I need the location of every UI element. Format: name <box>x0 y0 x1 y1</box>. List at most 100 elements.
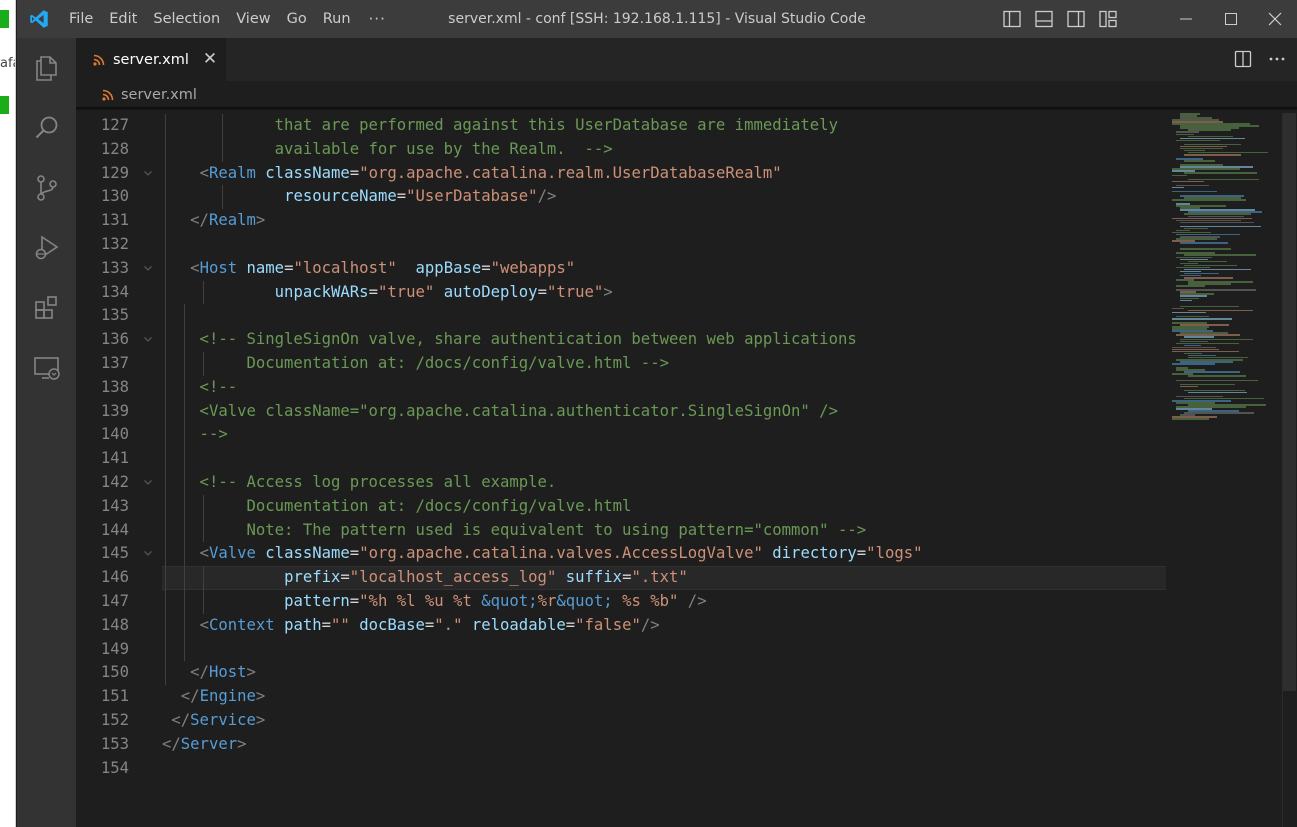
menu-selection[interactable]: Selection <box>145 0 228 38</box>
code-line[interactable]: 131 </Realm> <box>76 209 1166 233</box>
code-line[interactable]: 148 <Context path="" docBase="." reloada… <box>76 613 1166 638</box>
code-token: > <box>603 282 613 301</box>
code-line[interactable]: 139 <Valve className="org.apache.catalin… <box>76 399 1166 424</box>
code-line[interactable]: 135 <box>76 304 1166 329</box>
activity-run-debug[interactable] <box>17 222 76 274</box>
close-window-button[interactable] <box>1253 0 1297 38</box>
code-line[interactable]: 144 Note: The pattern used is equivalent… <box>76 518 1166 543</box>
code-token: /> <box>678 592 707 610</box>
code-editor[interactable]: 127 that are performed against this User… <box>76 113 1166 827</box>
code-token: name <box>246 258 285 277</box>
fold-chevron-icon[interactable] <box>142 542 154 566</box>
tab-server-xml[interactable]: server.xml ✕ <box>76 38 226 81</box>
code-token: Documentation at: /docs/config/valve.htm… <box>162 354 669 372</box>
tab-label: server.xml <box>113 51 189 68</box>
code-text: --> <box>162 423 228 447</box>
activity-remote-explorer[interactable] <box>17 342 76 394</box>
code-line[interactable]: 150 </Host> <box>76 661 1166 686</box>
code-text: </Realm> <box>162 209 265 233</box>
code-token: = <box>424 615 435 634</box>
maximize-icon <box>1225 13 1237 25</box>
code-line[interactable]: 132 <box>76 233 1166 257</box>
menu-file[interactable]: File <box>61 0 101 38</box>
minimap[interactable] <box>1172 113 1272 423</box>
minimap-line <box>1172 199 1246 201</box>
code-line[interactable]: 141 <box>76 447 1166 471</box>
code-line[interactable]: 127 that are performed against this User… <box>76 114 1166 138</box>
menu-view[interactable]: View <box>228 0 278 38</box>
code-line[interactable]: 129 <Realm className="org.apache.catalin… <box>76 161 1166 186</box>
code-line[interactable]: 149 <box>76 637 1166 662</box>
tab-close-icon[interactable]: ✕ <box>203 51 217 68</box>
code-token: <!-- SingleSignOn valve, share authentic… <box>162 330 857 349</box>
activity-search[interactable] <box>17 102 76 154</box>
code-line[interactable]: 138 <!-- <box>76 375 1166 400</box>
fold-chevron-icon[interactable] <box>142 162 154 186</box>
minimap-line <box>1180 221 1254 224</box>
code-token: className <box>265 163 350 182</box>
activity-explorer[interactable] <box>17 42 76 94</box>
code-line[interactable]: 142 <!-- Access log processes all exampl… <box>76 471 1166 495</box>
code-line[interactable]: 153 </Server> <box>76 733 1166 757</box>
minimap-line <box>1184 154 1241 156</box>
code-line[interactable]: 152 </Service> <box>76 709 1166 733</box>
toggle-panel-icon[interactable] <box>1034 9 1054 29</box>
code-line[interactable]: 147 pattern="%h %l %u %t &quot;%r&quot; … <box>76 590 1166 614</box>
code-token: appBase <box>415 258 482 277</box>
code-line[interactable]: 136 <!-- SingleSignOn valve, share authe… <box>76 328 1166 352</box>
line-number: 132 <box>100 235 129 253</box>
menu-run[interactable]: Run <box>315 0 359 38</box>
indent-guide <box>184 447 185 471</box>
breadcrumb-file[interactable]: server.xml <box>121 87 197 103</box>
toggle-primary-sidebar-icon[interactable] <box>1002 9 1022 29</box>
code-token: pattern <box>284 592 350 610</box>
code-line[interactable]: 140 --> <box>76 423 1166 448</box>
vertical-scrollbar-thumb[interactable] <box>1283 113 1296 691</box>
code-line[interactable]: 137 Documentation at: /docs/config/valve… <box>76 352 1166 376</box>
code-line[interactable]: 143 Documentation at: /docs/config/valve… <box>76 494 1166 519</box>
line-number: 133 <box>100 258 129 277</box>
fold-chevron-icon[interactable] <box>142 257 154 281</box>
menu-more-button[interactable]: ··· <box>359 2 396 36</box>
code-token: %s %b" <box>612 592 679 610</box>
code-line[interactable]: 133 <Host name="localhost" appBase="weba… <box>76 256 1166 281</box>
code-text: </Server> <box>162 733 247 757</box>
line-number: 143 <box>100 496 129 515</box>
toggle-secondary-sidebar-icon[interactable] <box>1066 9 1086 29</box>
remote-explorer-icon <box>33 357 60 380</box>
activity-extensions[interactable] <box>17 282 76 334</box>
line-number: 128 <box>100 139 129 158</box>
code-token: "webapps" <box>490 258 576 277</box>
code-token: > <box>255 211 266 230</box>
line-number: 136 <box>100 330 129 349</box>
more-actions-icon[interactable] <box>1267 49 1287 69</box>
breadcrumb-shadow <box>76 107 1297 111</box>
code-token: = <box>321 615 332 634</box>
code-token: that are performed against this UserData… <box>162 116 838 134</box>
code-line[interactable]: 146 prefix="localhost_access_log" suffix… <box>76 566 1166 590</box>
customize-layout-icon[interactable] <box>1098 9 1118 29</box>
code-token: docBase <box>359 615 425 634</box>
code-line[interactable]: 130 resourceName="UserDatabase"/> <box>76 185 1166 210</box>
fold-chevron-icon[interactable] <box>142 471 154 495</box>
menu-edit[interactable]: Edit <box>101 0 145 38</box>
code-line[interactable]: 128 available for use by the Realm. --> <box>76 137 1166 162</box>
code-token: = <box>340 568 350 587</box>
code-text: </Host> <box>162 661 256 685</box>
code-line[interactable]: 145 <Valve className="org.apache.catalin… <box>76 542 1166 567</box>
menu-go[interactable]: Go <box>279 0 315 38</box>
fold-chevron-icon[interactable] <box>142 328 154 352</box>
code-line[interactable]: 134 unpackWARs="true" autoDeploy="true"> <box>76 280 1166 305</box>
code-line[interactable]: 154 <box>76 757 1166 781</box>
activity-source-control[interactable] <box>17 162 76 214</box>
maximize-button[interactable] <box>1209 0 1253 38</box>
minimize-button[interactable] <box>1163 0 1209 38</box>
code-token: "UserDatabase" <box>406 187 538 206</box>
code-line[interactable]: 151 </Engine> <box>76 685 1166 709</box>
split-editor-icon[interactable] <box>1233 49 1253 69</box>
minimap-line <box>1172 350 1240 353</box>
